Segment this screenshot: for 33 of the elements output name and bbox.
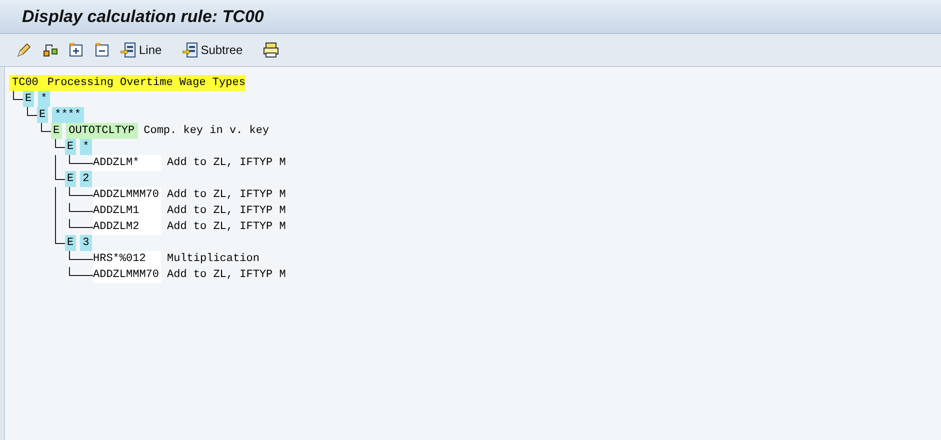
document-icon (120, 42, 136, 58)
operation-description: Add to ZL, IFTYP M (167, 156, 286, 171)
operation-key[interactable]: ADDZLMMM70 (93, 267, 161, 283)
operation-key[interactable]: ADDZLM2 (93, 219, 161, 235)
node-tag[interactable]: E (51, 123, 62, 139)
node-tag[interactable]: E (65, 235, 76, 251)
node-description: Comp. key in v. key (144, 124, 270, 139)
rule-key[interactable]: TC00 (9, 75, 42, 91)
operation-description: Add to ZL, IFTYP M (167, 268, 286, 283)
node-tag[interactable]: E (23, 91, 34, 107)
node-key[interactable]: * (38, 91, 50, 107)
operation-description: Add to ZL, IFTYP M (167, 220, 286, 235)
toolbar-button[interactable]: Line (118, 40, 164, 60)
node-tag[interactable]: E (65, 171, 76, 187)
operation-key[interactable]: ADDZLM* (93, 155, 161, 171)
operation-description: Multiplication (167, 252, 260, 267)
operation-description: Add to ZL, IFTYP M (167, 204, 286, 219)
node-key[interactable]: 2 (80, 171, 92, 187)
operation-key[interactable]: HRS*%012 (93, 251, 161, 267)
node-tag[interactable]: E (65, 139, 76, 155)
print-icon[interactable] (260, 40, 281, 60)
toolbar-button[interactable]: Subtree (180, 40, 245, 60)
node-key[interactable]: **** (52, 107, 84, 123)
rule-description: Processing Overtime Wage Types (41, 75, 246, 91)
window-title: Display calculation rule: TC00 (22, 6, 264, 26)
operation-description: Add to ZL, IFTYP M (167, 188, 286, 203)
document-icon (182, 42, 198, 58)
node-tag[interactable]: E (37, 107, 48, 123)
node-key[interactable]: * (80, 139, 92, 155)
node-key[interactable]: OUTOTCLTYP (66, 123, 138, 139)
node-key[interactable]: 3 (80, 235, 92, 251)
operation-key[interactable]: ADDZLMMM70 (93, 187, 161, 203)
operation-key[interactable]: ADDZLM1 (93, 203, 161, 219)
